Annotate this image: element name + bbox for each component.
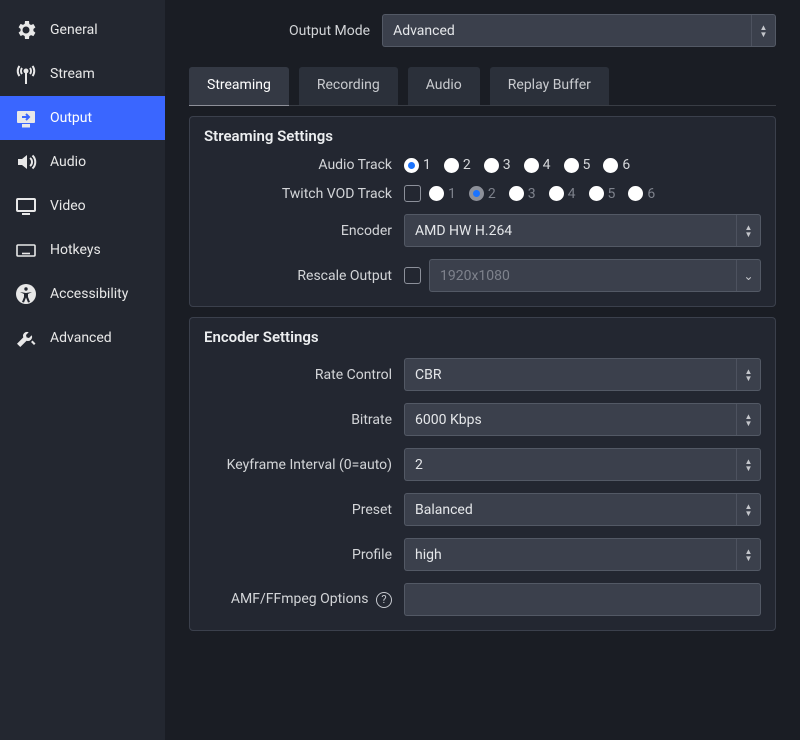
rescale-checkbox[interactable] bbox=[404, 267, 421, 284]
rate-control-select[interactable]: CBR ▲▼ bbox=[404, 358, 761, 391]
main-content: Output Mode Advanced ▲▼ Streaming Record… bbox=[165, 0, 800, 740]
rescale-value: 1920x1080 bbox=[440, 268, 510, 284]
keyboard-icon bbox=[14, 238, 38, 262]
rescale-select[interactable]: 1920x1080 ▲⌄ bbox=[429, 259, 761, 292]
audio-track-radio-5[interactable] bbox=[564, 158, 579, 173]
audio-track-radio-1[interactable] bbox=[404, 158, 419, 173]
sidebar-item-label: Audio bbox=[50, 154, 86, 170]
audio-track-radio-3[interactable] bbox=[484, 158, 499, 173]
accessibility-icon bbox=[14, 282, 38, 306]
bitrate-stepper[interactable]: 6000 Kbps ▲▼ bbox=[404, 403, 761, 436]
amf-label: AMF/FFmpeg Options ? bbox=[204, 591, 404, 608]
sidebar-item-audio[interactable]: Audio bbox=[0, 140, 165, 184]
keyframe-stepper[interactable]: 2 ▲▼ bbox=[404, 448, 761, 481]
sidebar-item-output[interactable]: Output bbox=[0, 96, 165, 140]
settings-sidebar: General Stream Output Audio Video Hotkey… bbox=[0, 0, 165, 740]
updown-icon: ▲▼ bbox=[751, 15, 775, 46]
updown-icon: ▲▼ bbox=[736, 449, 760, 480]
monitor-icon bbox=[14, 194, 38, 218]
sidebar-item-advanced[interactable]: Advanced bbox=[0, 316, 165, 360]
streaming-settings-section: Streaming Settings Audio Track 1 2 3 4 5… bbox=[189, 116, 776, 307]
rate-control-label: Rate Control bbox=[204, 367, 404, 383]
sidebar-item-accessibility[interactable]: Accessibility bbox=[0, 272, 165, 316]
bitrate-value: 6000 Kbps bbox=[415, 412, 482, 428]
updown-icon: ▲▼ bbox=[736, 404, 760, 435]
sidebar-item-hotkeys[interactable]: Hotkeys bbox=[0, 228, 165, 272]
sidebar-item-label: Video bbox=[50, 198, 86, 214]
updown-icon: ▲▼ bbox=[736, 359, 760, 390]
chevron-down-icon: ▲⌄ bbox=[736, 260, 760, 291]
keyframe-value: 2 bbox=[415, 457, 423, 473]
preset-value: Balanced bbox=[415, 502, 473, 518]
updown-icon: ▲▼ bbox=[736, 539, 760, 570]
sidebar-item-stream[interactable]: Stream bbox=[0, 52, 165, 96]
profile-value: high bbox=[415, 547, 442, 563]
output-mode-value: Advanced bbox=[393, 23, 455, 39]
streaming-settings-heading: Streaming Settings bbox=[204, 127, 761, 145]
output-mode-select[interactable]: Advanced ▲▼ bbox=[382, 14, 776, 47]
rate-control-value: CBR bbox=[415, 367, 441, 383]
audio-track-group: 1 2 3 4 5 6 bbox=[404, 157, 761, 173]
tools-icon bbox=[14, 326, 38, 350]
tab-audio[interactable]: Audio bbox=[408, 67, 480, 105]
profile-select[interactable]: high ▲▼ bbox=[404, 538, 761, 571]
vod-radio-6[interactable] bbox=[628, 186, 643, 201]
tab-streaming[interactable]: Streaming bbox=[189, 67, 289, 105]
sidebar-item-label: General bbox=[50, 22, 98, 38]
vod-radio-2[interactable] bbox=[469, 186, 484, 201]
encoder-settings-heading: Encoder Settings bbox=[204, 328, 761, 346]
sidebar-item-label: Output bbox=[50, 110, 92, 126]
sidebar-item-label: Stream bbox=[50, 66, 95, 82]
preset-select[interactable]: Balanced ▲▼ bbox=[404, 493, 761, 526]
updown-icon: ▲▼ bbox=[736, 494, 760, 525]
updown-icon: ▲▼ bbox=[736, 215, 760, 246]
rescale-label: Rescale Output bbox=[204, 268, 404, 284]
tab-recording[interactable]: Recording bbox=[299, 67, 398, 105]
sidebar-item-label: Accessibility bbox=[50, 286, 128, 302]
profile-label: Profile bbox=[204, 547, 404, 563]
encoder-settings-section: Encoder Settings Rate Control CBR ▲▼ Bit… bbox=[189, 317, 776, 631]
amf-input[interactable] bbox=[404, 583, 761, 616]
output-mode-label: Output Mode bbox=[289, 23, 370, 39]
twitch-vod-group: 1 2 3 4 5 6 bbox=[429, 186, 761, 202]
twitch-vod-label: Twitch VOD Track bbox=[204, 186, 404, 202]
audio-track-radio-4[interactable] bbox=[524, 158, 539, 173]
audio-track-radio-2[interactable] bbox=[444, 158, 459, 173]
help-icon[interactable]: ? bbox=[376, 592, 392, 608]
tab-replay-buffer[interactable]: Replay Buffer bbox=[490, 67, 609, 105]
preset-label: Preset bbox=[204, 502, 404, 518]
sidebar-item-label: Hotkeys bbox=[50, 242, 101, 258]
speaker-icon bbox=[14, 150, 38, 174]
vod-radio-3[interactable] bbox=[509, 186, 524, 201]
sidebar-item-video[interactable]: Video bbox=[0, 184, 165, 228]
audio-track-radio-6[interactable] bbox=[603, 158, 618, 173]
sidebar-item-label: Advanced bbox=[50, 330, 112, 346]
output-tabs: Streaming Recording Audio Replay Buffer bbox=[189, 67, 776, 106]
encoder-select[interactable]: AMD HW H.264 ▲▼ bbox=[404, 214, 761, 247]
keyframe-label: Keyframe Interval (0=auto) bbox=[204, 457, 404, 473]
vod-radio-5[interactable] bbox=[589, 186, 604, 201]
vod-radio-1[interactable] bbox=[429, 186, 444, 201]
vod-radio-4[interactable] bbox=[549, 186, 564, 201]
audio-track-label: Audio Track bbox=[204, 157, 404, 173]
encoder-label: Encoder bbox=[204, 223, 404, 239]
gear-icon bbox=[14, 18, 38, 42]
antenna-icon bbox=[14, 62, 38, 86]
bitrate-label: Bitrate bbox=[204, 412, 404, 428]
twitch-vod-checkbox[interactable] bbox=[404, 185, 421, 202]
encoder-value: AMD HW H.264 bbox=[415, 223, 512, 239]
output-icon bbox=[14, 106, 38, 130]
sidebar-item-general[interactable]: General bbox=[0, 8, 165, 52]
